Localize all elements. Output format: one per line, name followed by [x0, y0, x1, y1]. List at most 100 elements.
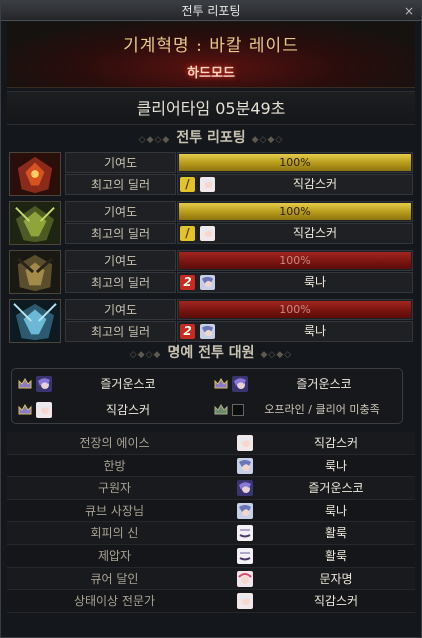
award-player: 활룩 — [324, 548, 348, 563]
player-avatar — [237, 435, 253, 451]
crown-icon — [18, 404, 32, 415]
award-player: 룩나 — [324, 503, 348, 518]
award-player: 활룩 — [324, 526, 348, 541]
close-icon[interactable]: × — [401, 1, 417, 21]
dungeon-banner: 기계혁명 : 바칼 레이드 하드모드 — [7, 22, 415, 88]
contribution-label: 기여도 — [65, 250, 176, 271]
member-avatar — [36, 376, 52, 392]
player-avatar — [237, 525, 253, 542]
award-title: 상태이상 전문가 — [73, 594, 156, 609]
rank-badge: / — [180, 177, 195, 192]
best-dealer-label: 최고의 딜러 — [65, 174, 176, 195]
contribution-label: 기여도 — [65, 152, 176, 173]
dealer-name: 직감스커 — [292, 177, 338, 191]
honor-heading: ◇◆◇◆ 명예 전투 대원 ◆◇◆◇ — [129, 345, 293, 361]
contribution-bar: 100% — [177, 152, 413, 173]
best-dealer-value: / 직감스커 — [177, 174, 413, 195]
best-dealer-value: / 직감스커 — [177, 223, 413, 244]
offline-checkbox — [232, 404, 244, 416]
honor-member[interactable]: 직감스커 — [12, 398, 202, 422]
battle-report-window: 전투 리포팅 × 기계혁명 : 바칼 레이드 하드모드 클리어타임 05분49초… — [0, 0, 422, 638]
boss-report: 기여도 100% 최고의 딜러 / 직감스커 — [7, 151, 415, 199]
award-title: 큐어 달인 — [90, 571, 139, 586]
battle-report-heading: ◇◆◇◆ 전투 리포팅 ◆◇◆◇ — [138, 130, 284, 146]
award-title: 구원자 — [97, 481, 132, 496]
honor-members-panel: 즐거운스코 즐거운스코 직감스커 오프라인 / 클리어 미충족 — [11, 368, 403, 424]
best-dealer-label: 최고의 딜러 — [65, 321, 176, 342]
rank-badge: 2 — [180, 324, 195, 339]
dealer-name: 직감스커 — [292, 226, 338, 240]
difficulty-mode: 하드모드 — [187, 66, 235, 81]
award-row: 상태이상 전문가 직감스커 — [7, 590, 415, 613]
award-player: 즐거운스코 — [308, 481, 364, 496]
contribution-bar: 100% — [177, 250, 413, 271]
award-row: 구원자 즐거운스코 — [7, 477, 415, 500]
boss-portrait-icon — [9, 152, 61, 196]
award-row: 전장의 에이스 직감스커 — [7, 432, 415, 455]
award-row: 회피의 신 활룩 — [7, 522, 415, 545]
award-row: 큐브 사장님 룩나 — [7, 499, 415, 523]
best-dealer-label: 최고의 딜러 — [65, 272, 176, 293]
dealer-avatar — [200, 177, 215, 192]
best-dealer-value: 2 룩나 — [177, 321, 413, 342]
dealer-avatar — [200, 275, 215, 290]
contribution-value: 100% — [279, 156, 311, 169]
boss-portrait-icon — [9, 250, 61, 294]
contribution-value: 100% — [279, 205, 311, 218]
award-title: 큐브 사장님 — [84, 503, 144, 518]
member-avatar — [36, 402, 52, 418]
contribution-bar: 100% — [177, 299, 413, 320]
player-avatar — [237, 570, 253, 587]
award-row: 큐어 달인 문자명 — [7, 567, 415, 591]
dungeon-name: 기계혁명 : 바칼 레이드 — [123, 36, 299, 56]
crown-icon — [18, 378, 32, 389]
award-row: 제압자 활룩 — [7, 544, 415, 568]
member-name: 즐거운스코 — [296, 377, 352, 391]
awards-list: 전장의 에이스 직감스커 한방 룩나 구원자 즐거운스코 큐브 사장님 룩나 회… — [7, 432, 415, 613]
award-player: 문자명 — [319, 571, 353, 586]
member-name: 즐거운스코 — [100, 377, 156, 391]
member-name: 직감스커 — [105, 403, 151, 417]
award-player: 직감스커 — [313, 594, 359, 609]
crown-icon — [214, 404, 228, 415]
dealer-avatar — [200, 226, 215, 241]
boss-report: 기여도 100% 최고의 딜러 2 룩나 — [7, 249, 415, 297]
boss-report: 기여도 100% 최고의 딜러 2 룩나 — [7, 298, 415, 346]
honor-member[interactable]: 즐거운스코 — [12, 372, 202, 396]
dealer-name: 룩나 — [303, 324, 327, 338]
best-dealer-label: 최고의 딜러 — [65, 223, 176, 244]
contribution-value: 100% — [279, 303, 311, 316]
contribution-label: 기여도 — [65, 299, 176, 320]
player-avatar — [237, 593, 253, 610]
honor-member[interactable]: 즐거운스코 — [208, 372, 398, 396]
window-title: 전투 리포팅 — [181, 4, 241, 18]
clear-time: 클리어타임 05분49초 — [7, 91, 415, 125]
title-bar[interactable]: 전투 리포팅 × — [1, 1, 421, 21]
award-player: 직감스커 — [313, 436, 359, 450]
rank-badge: / — [180, 226, 195, 241]
battle-report-heading-text: 전투 리포팅 — [176, 130, 246, 146]
player-avatar — [237, 547, 253, 564]
award-title: 회피의 신 — [90, 526, 139, 541]
award-title: 제압자 — [97, 548, 132, 563]
player-avatar — [237, 457, 253, 474]
award-title: 한방 — [103, 458, 126, 473]
member-avatar — [232, 376, 248, 392]
contribution-value: 100% — [279, 254, 311, 267]
boss-portrait-icon — [9, 299, 61, 343]
boss-report: 기여도 100% 최고의 딜러 / 직감스커 — [7, 200, 415, 248]
dealer-name: 룩나 — [303, 275, 327, 289]
award-row: 한방 룩나 — [7, 454, 415, 478]
contribution-label: 기여도 — [65, 201, 176, 222]
honor-heading-text: 명예 전투 대원 — [167, 345, 255, 361]
member-name: 오프라인 / 클리어 미충족 — [264, 403, 380, 416]
contribution-bar: 100% — [177, 201, 413, 222]
best-dealer-value: 2 룩나 — [177, 272, 413, 293]
rank-badge: 2 — [180, 275, 195, 290]
dealer-avatar — [200, 324, 215, 339]
crown-icon — [214, 378, 228, 389]
honor-member-offline[interactable]: 오프라인 / 클리어 미충족 — [208, 398, 398, 422]
award-title: 전장의 에이스 — [79, 436, 150, 450]
award-player: 룩나 — [324, 458, 348, 473]
player-avatar — [237, 480, 253, 497]
